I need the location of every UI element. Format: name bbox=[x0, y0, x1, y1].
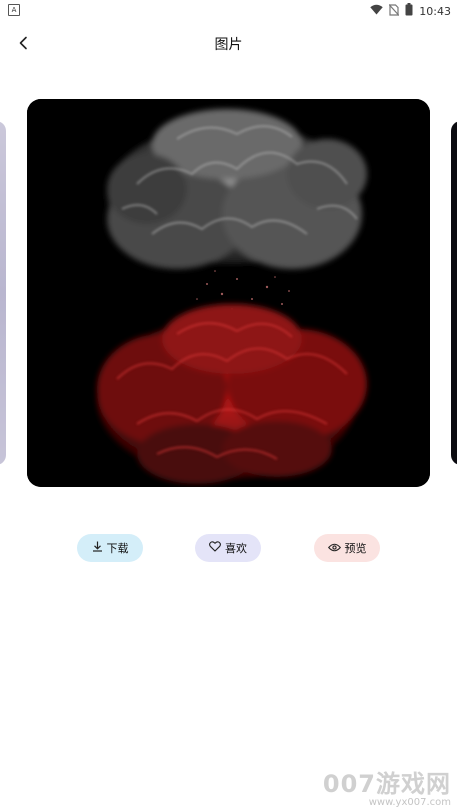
battery-icon bbox=[405, 3, 413, 19]
status-bar: A 10:43 bbox=[0, 0, 457, 20]
wallpaper-carousel[interactable] bbox=[0, 99, 457, 489]
wallpaper-image[interactable] bbox=[27, 99, 430, 487]
previous-wallpaper-card[interactable] bbox=[0, 121, 6, 465]
eye-icon bbox=[327, 542, 341, 555]
notification-a-label: A bbox=[11, 6, 17, 14]
preview-label: 预览 bbox=[344, 542, 367, 555]
preview-button[interactable]: 预览 bbox=[314, 534, 380, 562]
top-app-bar: 图片 bbox=[0, 24, 457, 64]
notification-a-icon: A bbox=[8, 4, 20, 16]
status-time: 10:43 bbox=[419, 4, 451, 18]
heart-icon bbox=[209, 541, 221, 555]
download-icon bbox=[92, 541, 103, 555]
site-watermark: 007游戏网 www.yx007.com bbox=[323, 764, 451, 808]
download-label: 下载 bbox=[106, 542, 129, 555]
like-button[interactable]: 喜欢 bbox=[195, 534, 261, 562]
action-bar: 下载 喜欢 预览 bbox=[0, 534, 457, 564]
watermark-title: 007游戏网 bbox=[322, 770, 451, 798]
wifi-icon bbox=[370, 4, 383, 18]
no-sim-icon bbox=[388, 3, 400, 19]
page-title: 图片 bbox=[214, 37, 243, 53]
download-button[interactable]: 下载 bbox=[77, 534, 143, 562]
next-wallpaper-card[interactable] bbox=[451, 121, 457, 465]
like-label: 喜欢 bbox=[225, 542, 247, 555]
ink-smoke-artwork bbox=[27, 99, 430, 487]
status-icons: 10:43 bbox=[370, 3, 451, 19]
